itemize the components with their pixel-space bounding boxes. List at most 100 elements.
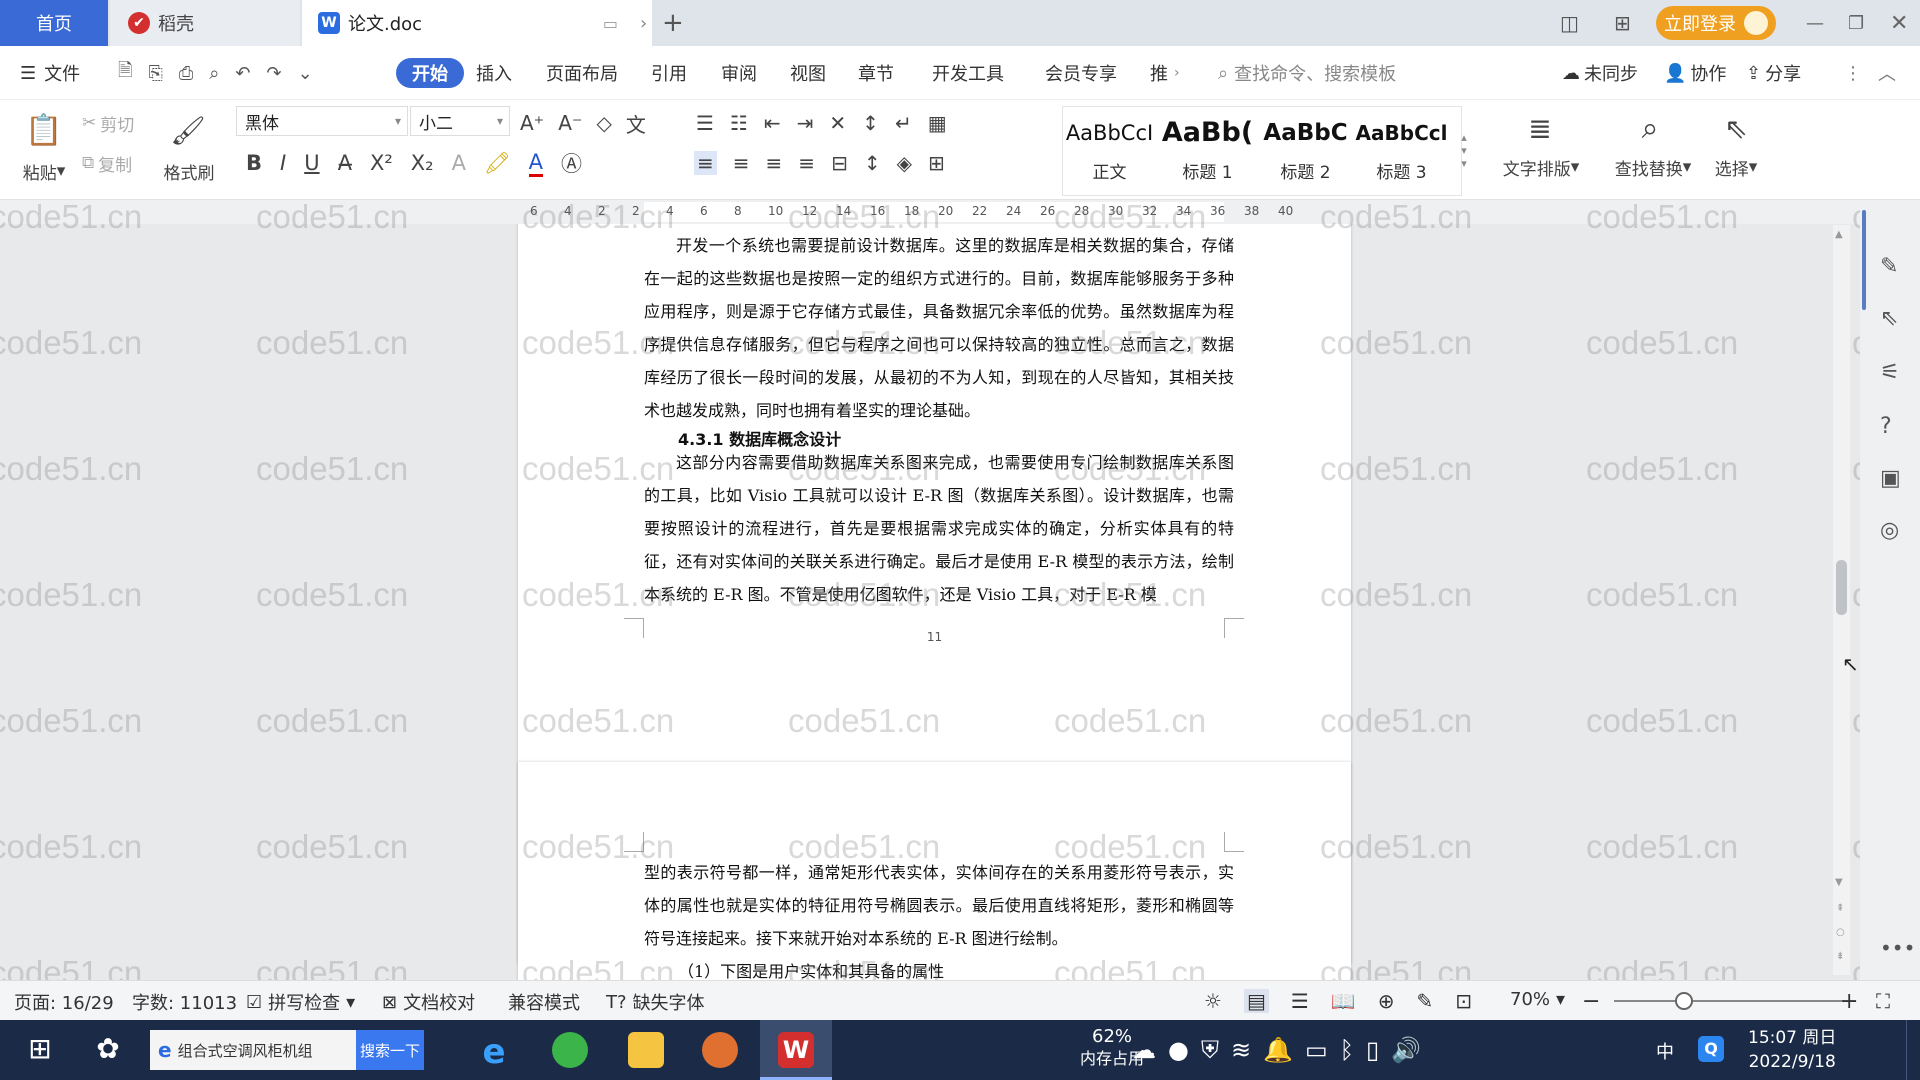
sliders-icon[interactable]: ⚟: [1880, 360, 1900, 385]
prev-page-icon[interactable]: ⇞: [1836, 903, 1844, 914]
qq-icon[interactable]: Q: [1698, 1036, 1724, 1062]
collaborate-button[interactable]: 👤 协作: [1664, 58, 1726, 88]
more-horizontal-icon[interactable]: •••: [1880, 936, 1915, 960]
italic-icon[interactable]: I: [280, 151, 286, 175]
more-icon[interactable]: ⋮: [1844, 58, 1862, 88]
text-effect-icon[interactable]: A: [452, 151, 466, 175]
close-icon[interactable]: ✕: [1890, 0, 1908, 46]
menu-page-layout[interactable]: 页面布局: [546, 58, 618, 88]
spell-check[interactable]: ☑ 拼写检查 ▾: [246, 989, 355, 1015]
subscript-icon[interactable]: X₂: [411, 151, 434, 175]
scroll-down-icon[interactable]: ▼: [1835, 877, 1843, 888]
line-spacing-icon[interactable]: ↕: [864, 151, 881, 175]
show-desktop-button[interactable]: [1906, 1020, 1920, 1080]
word-count[interactable]: 字数: 11013: [132, 989, 237, 1015]
page-indicator[interactable]: 页面: 16/29: [14, 989, 114, 1015]
align-center-icon[interactable]: ≡: [733, 151, 750, 175]
menu-review[interactable]: 审阅: [721, 58, 757, 88]
fit-page-icon[interactable]: ⊡: [1455, 989, 1472, 1013]
clock[interactable]: 15:07 周日 2022/9/18: [1748, 1026, 1836, 1074]
bullets-icon[interactable]: ☰: [696, 111, 714, 135]
style-heading-1[interactable]: AaBb(标题 1: [1160, 108, 1255, 194]
media-app-icon[interactable]: [702, 1032, 738, 1068]
location-icon[interactable]: ◎: [1880, 518, 1899, 543]
paste-icon[interactable]: 📋: [16, 106, 72, 154]
taskbar-search-input[interactable]: e 组合式空调风柜机组: [150, 1030, 356, 1070]
grow-font-icon[interactable]: A⁺: [520, 111, 544, 135]
bell-icon[interactable]: 🔔: [1263, 1036, 1305, 1064]
magnifier-icon[interactable]: ⌕: [1610, 106, 1690, 150]
ie-browser-icon[interactable]: e: [476, 1032, 512, 1072]
bold-icon[interactable]: B: [246, 151, 262, 175]
zoom-select[interactable]: 70% ▾: [1510, 989, 1565, 1010]
page-view-icon[interactable]: ▤: [1243, 989, 1269, 1013]
shield-icon[interactable]: ⛨: [1201, 1036, 1231, 1064]
font-color-icon[interactable]: A: [528, 150, 544, 177]
eye-protection-icon[interactable]: ☼: [1204, 989, 1222, 1013]
login-button[interactable]: 立即登录: [1656, 6, 1776, 40]
style-normal[interactable]: AaBbCcI 正文: [1062, 108, 1157, 194]
style-scroll[interactable]: ▴ ▾ ▾: [1456, 110, 1472, 190]
wps-taskbar-item[interactable]: W: [760, 1020, 832, 1080]
weather-icon[interactable]: ☁: [1132, 1036, 1168, 1064]
security-icon[interactable]: ●: [1168, 1036, 1201, 1064]
char-border-icon[interactable]: Ⓐ: [561, 148, 582, 178]
table-icon[interactable]: ▦: [928, 111, 947, 135]
print-icon[interactable]: ⎙: [179, 63, 193, 84]
align-right-icon[interactable]: ≡: [766, 151, 783, 175]
scroll-thumb[interactable]: [1836, 560, 1847, 615]
wifi-icon[interactable]: ≋: [1231, 1036, 1263, 1064]
borders-icon[interactable]: ⊞: [928, 151, 945, 175]
justify-icon[interactable]: ≡: [798, 151, 815, 175]
minimize-icon[interactable]: —: [1806, 0, 1824, 46]
style-heading-3[interactable]: AaBbCcl 标题 3: [1354, 108, 1449, 194]
menu-developer[interactable]: 开发工具: [932, 58, 1004, 88]
ime-indicator[interactable]: 中: [1656, 1038, 1674, 1064]
menu-start[interactable]: 开始: [396, 58, 464, 88]
zoom-in-icon[interactable]: +: [1840, 989, 1858, 1014]
share-button[interactable]: ⇪ 分享: [1746, 58, 1801, 88]
export-icon[interactable]: ⎘: [148, 63, 162, 84]
command-search[interactable]: ⌕ 查找命令、搜索模板: [1218, 58, 1396, 88]
reading-view-icon[interactable]: 📖: [1331, 989, 1356, 1013]
format-painter-button[interactable]: 格式刷: [156, 158, 222, 184]
zoom-slider[interactable]: [1614, 1000, 1844, 1002]
taskbar-search-button[interactable]: 搜索一下: [356, 1030, 424, 1070]
volume-icon[interactable]: 🔊: [1391, 1036, 1433, 1064]
layout-icon[interactable]: ◫: [1560, 0, 1579, 46]
browser-360-icon[interactable]: [552, 1032, 588, 1068]
windows-start-icon[interactable]: ⊞: [22, 1032, 58, 1068]
menu-member[interactable]: 会员专享: [1045, 58, 1117, 88]
zoom-slider-knob[interactable]: [1675, 992, 1693, 1010]
scroll-up-icon[interactable]: ▲: [1835, 229, 1843, 240]
menu-chapter[interactable]: 章节: [858, 58, 894, 88]
copy-button[interactable]: ⧉ 复制: [82, 150, 132, 176]
menu-more[interactable]: 推 ›: [1150, 58, 1180, 88]
fullscreen-icon[interactable]: ⛶: [1876, 989, 1890, 1013]
text-layout-button[interactable]: 文字排版 ▾: [1496, 154, 1586, 180]
superscript-icon[interactable]: X²: [370, 151, 393, 175]
menu-references[interactable]: 引用: [651, 58, 687, 88]
text-layout-icon[interactable]: ≣: [1500, 106, 1580, 150]
doc-proof[interactable]: ⊠ 文档校对: [382, 989, 475, 1015]
undo-icon[interactable]: ↶: [235, 63, 250, 84]
numbering-icon[interactable]: ☷: [730, 111, 748, 135]
find-replace-button[interactable]: 查找替换 ▾: [1608, 154, 1698, 180]
file-explorer-icon[interactable]: [628, 1032, 664, 1068]
file-menu[interactable]: ☰ 文件: [20, 58, 80, 88]
select-button[interactable]: 选择 ▾: [1702, 154, 1770, 180]
redo-icon[interactable]: ↷: [266, 63, 281, 84]
help-icon[interactable]: ?: [1880, 414, 1892, 439]
restore-icon[interactable]: ❐: [1848, 0, 1864, 46]
paste-button[interactable]: 粘贴 ▾: [14, 158, 74, 184]
web-view-icon[interactable]: ⊕: [1378, 989, 1395, 1013]
style-heading-2[interactable]: AaBbC 标题 2: [1258, 108, 1353, 194]
grid-icon[interactable]: ⊞: [1614, 0, 1631, 46]
zoom-out-icon[interactable]: −: [1582, 989, 1600, 1014]
chevron-down-icon[interactable]: ⌄: [298, 63, 313, 84]
size-select[interactable]: 小二 ▾: [410, 106, 510, 136]
sync-status[interactable]: ☁ 未同步: [1562, 58, 1638, 88]
chevron-right-icon[interactable]: ›: [640, 0, 647, 46]
new-tab-button[interactable]: +: [662, 0, 684, 46]
tab-document[interactable]: W 论文.doc ▭: [302, 0, 652, 46]
